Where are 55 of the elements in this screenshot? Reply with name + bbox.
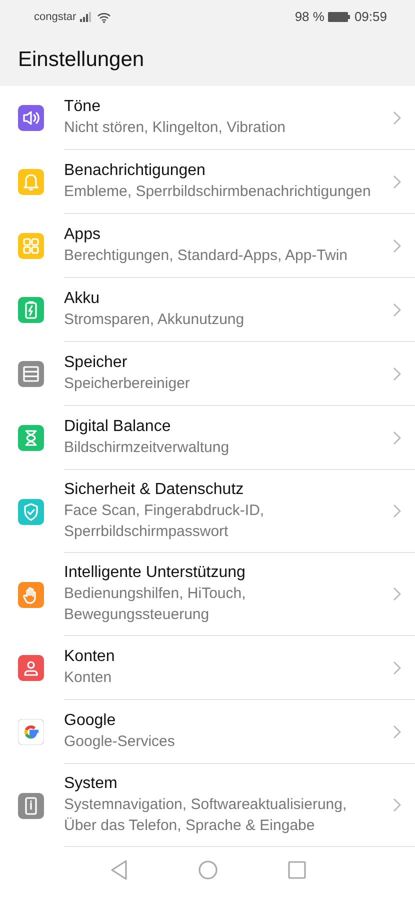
settings-item[interactable]: Speicher Speicherbereiniger	[0, 342, 415, 406]
g-logo-icon	[18, 719, 44, 745]
wifi-icon	[97, 12, 112, 22]
battery-icon	[328, 12, 350, 22]
item-title: Apps	[64, 225, 102, 245]
item-subtitle: Berechtigungen, Standard-Apps, App-Twin	[64, 246, 349, 266]
item-title: Sicherheit & Datenschutz	[64, 480, 245, 500]
item-title: Akku	[64, 289, 101, 309]
settings-item[interactable]: Digital Balance Bildschirmzeitverwaltung	[0, 406, 415, 470]
item-subtitle: Nicht stören, Klingelton, Vibration	[64, 118, 287, 138]
item-subtitle: Embleme, Sperrbildschirmbenachrichtigungen	[64, 182, 372, 202]
item-subtitle: Face Scan, Fingerabdruck-ID, Sperrbildschirmpasswort	[64, 501, 266, 542]
home-icon[interactable]	[198, 860, 218, 880]
battery-percent: 98 %	[294, 8, 324, 26]
settings-item[interactable]: Sicherheit & Datenschutz Face Scan, Fingerabdruck-ID, Sperrbildschirmpasswort	[0, 470, 415, 553]
settings-item[interactable]: System Systemnavigation, Softwareaktualisierung, Über das Telefon, Sprache & Eingabe	[0, 764, 415, 847]
item-title: System	[64, 774, 118, 794]
carrier-name: congstar	[34, 10, 76, 25]
item-title: Töne	[64, 97, 102, 117]
item-title: Benachrichtigungen	[64, 161, 206, 181]
chevron-icon	[393, 302, 401, 316]
settings-item[interactable]: Intelligente Unterstützung Bedienungshilfen, HiTouch, Bewegungssteuerung	[0, 553, 415, 636]
chevron-icon	[393, 504, 401, 518]
chevron-icon	[393, 238, 401, 252]
clock-time: 09:59	[354, 8, 387, 26]
item-subtitle: Konten	[64, 668, 113, 688]
item-title: Google	[64, 711, 117, 731]
item-subtitle: Stromsparen, Akkunutzung	[64, 310, 246, 330]
chevron-icon	[393, 587, 401, 601]
chevron-icon	[393, 798, 401, 812]
item-subtitle: Systemnavigation, Softwareaktualisierung, Über das Telefon, Sprache & Eingabe	[64, 795, 348, 836]
signal-icon	[80, 12, 94, 22]
chevron-icon	[393, 430, 401, 444]
item-subtitle: Bildschirmzeitverwaltung	[64, 438, 230, 458]
item-title: Speicher	[64, 353, 128, 373]
settings-item[interactable]: Benachrichtigungen Embleme, Sperrbildschirmbenachrichtigungen	[0, 150, 415, 214]
item-title: Intelligente Unterstützung	[64, 563, 246, 583]
page-title: Einstellungen	[18, 47, 144, 73]
item-subtitle: Google-Services	[64, 732, 176, 752]
settings-item[interactable]: Akku Stromsparen, Akkunutzung	[0, 278, 415, 342]
chevron-icon	[393, 110, 401, 124]
chevron-icon	[393, 660, 401, 674]
chevron-icon	[393, 366, 401, 380]
chevron-icon	[393, 724, 401, 738]
back-icon[interactable]	[110, 860, 128, 880]
item-title: Konten	[64, 647, 116, 667]
settings-item[interactable]: Töne Nicht stören, Klingelton, Vibration	[0, 86, 415, 150]
settings-item[interactable]: Google Google-Services	[0, 700, 415, 764]
recents-icon[interactable]	[288, 861, 306, 879]
item-subtitle: Speicherbereiniger	[64, 374, 191, 394]
settings-item[interactable]: Konten Konten	[0, 636, 415, 700]
chevron-icon	[393, 174, 401, 188]
item-title: Digital Balance	[64, 417, 172, 437]
settings-item[interactable]: Apps Berechtigungen, Standard-Apps, App-Twin	[0, 214, 415, 278]
item-subtitle: Bedienungshilfen, HiTouch, Bewegungssteuerung	[64, 584, 247, 625]
